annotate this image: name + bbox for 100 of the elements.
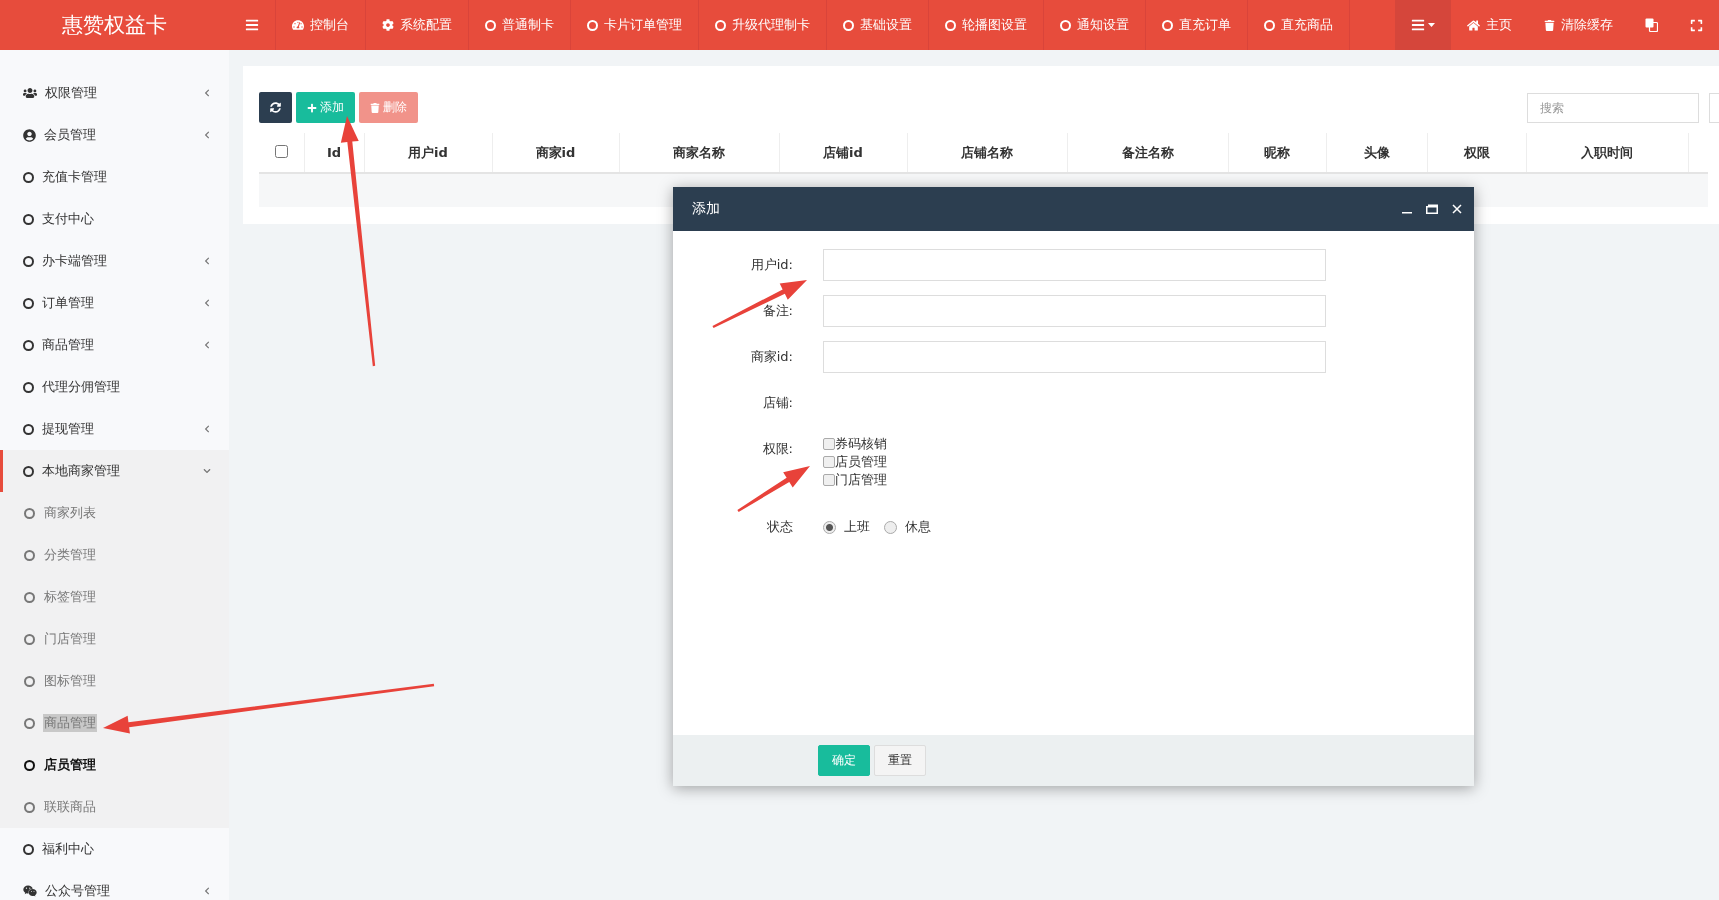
sidebar-label: 本地商家管理 bbox=[42, 462, 121, 480]
list-dropdown-icon[interactable] bbox=[1411, 18, 1435, 32]
nav-label: 控制台 bbox=[310, 16, 349, 34]
nav-label: 基础设置 bbox=[860, 16, 912, 34]
maximize-icon[interactable] bbox=[1426, 204, 1438, 214]
nav-tab[interactable]: 卡片订单管理 bbox=[571, 0, 699, 50]
select-all-checkbox[interactable] bbox=[274, 144, 288, 158]
refresh-button[interactable] bbox=[259, 92, 292, 123]
circle-icon bbox=[23, 213, 34, 225]
nav-tab[interactable]: 直充商品 bbox=[1248, 0, 1350, 50]
sidebar-label: 福利中心 bbox=[42, 840, 95, 858]
circle-icon bbox=[587, 19, 598, 31]
nav-label: 轮播图设置 bbox=[962, 16, 1027, 34]
chevron-icon bbox=[203, 887, 211, 895]
sidebar-subitem[interactable]: 门店管理 bbox=[43, 630, 97, 648]
sidebar-item[interactable]: 本地商家管理 bbox=[0, 450, 229, 492]
refresh-icon bbox=[270, 102, 281, 113]
search-field[interactable]: 搜索 bbox=[1527, 92, 1699, 123]
reset-button[interactable]: 重置 bbox=[874, 745, 926, 776]
translate-icon[interactable] bbox=[1645, 18, 1658, 32]
sidebar-subitem[interactable]: 分类管理 bbox=[43, 546, 97, 564]
sidebar-item[interactable]: 会员管理 bbox=[0, 114, 229, 156]
nav-tab[interactable]: 通知设置 bbox=[1044, 0, 1146, 50]
sidebar-item[interactable]: 充值卡管理 bbox=[0, 156, 229, 198]
chevron-icon bbox=[203, 299, 211, 307]
sidebar-item[interactable]: 代理分佣管理 bbox=[0, 366, 229, 408]
sidebar-label: 办卡端管理 bbox=[42, 252, 108, 270]
nav-label[interactable]: 清除缓存 bbox=[1561, 16, 1613, 34]
checkbox[interactable] bbox=[823, 474, 835, 486]
circle-icon bbox=[23, 843, 34, 855]
circle-icon bbox=[945, 19, 956, 31]
checkbox-label: 店员管理 bbox=[835, 453, 887, 471]
input-field[interactable] bbox=[823, 295, 1326, 327]
nav-label: 通知设置 bbox=[1077, 16, 1129, 34]
nav-label: 直充订单 bbox=[1179, 16, 1231, 34]
nav-tab[interactable]: 轮播图设置 bbox=[929, 0, 1044, 50]
checkbox[interactable] bbox=[823, 456, 835, 468]
sidebar-item[interactable]: 福利中心 bbox=[0, 828, 229, 870]
nav-tab[interactable]: 普通制卡 bbox=[469, 0, 571, 50]
nav-tab[interactable]: 控制台 bbox=[276, 0, 366, 50]
nav-tab[interactable]: 系统配置 bbox=[366, 0, 469, 50]
app-logo: 惠赞权益卡 bbox=[61, 12, 168, 39]
sidebar-item[interactable]: 公众号管理 bbox=[0, 870, 229, 900]
circle-icon bbox=[23, 171, 34, 183]
add-button[interactable]: 添加 bbox=[296, 92, 355, 123]
input-field[interactable] bbox=[823, 249, 1326, 281]
nav-tab[interactable]: 基础设置 bbox=[827, 0, 929, 50]
menu-icon[interactable] bbox=[245, 18, 259, 32]
circle-icon bbox=[24, 591, 35, 603]
trash-icon bbox=[1544, 19, 1555, 31]
sidebar-label: 代理分佣管理 bbox=[42, 378, 121, 396]
radio-label: 上班 bbox=[844, 518, 870, 536]
circle-icon bbox=[23, 423, 34, 435]
circle-icon bbox=[23, 255, 34, 267]
sidebar-subitem[interactable]: 商家列表 bbox=[43, 504, 97, 522]
nav-tab[interactable]: 升级代理制卡 bbox=[699, 0, 827, 50]
dialog-title: 添加 bbox=[692, 200, 721, 218]
close-icon[interactable] bbox=[1452, 204, 1462, 214]
sidebar-label: 商品管理 bbox=[42, 336, 95, 354]
circle-icon bbox=[23, 381, 34, 393]
input-field[interactable] bbox=[823, 341, 1326, 373]
nav-tab[interactable]: 直充订单 bbox=[1146, 0, 1248, 50]
circle-icon bbox=[24, 633, 35, 645]
circle-icon bbox=[24, 759, 35, 771]
sidebar-label: 会员管理 bbox=[44, 126, 97, 144]
circle-icon bbox=[24, 549, 35, 561]
sidebar-item[interactable]: 订单管理 bbox=[0, 282, 229, 324]
sidebar-item[interactable]: 支付中心 bbox=[0, 198, 229, 240]
chevron-icon bbox=[203, 89, 211, 97]
field-label: 权限: bbox=[761, 440, 793, 458]
sidebar-subitem[interactable]: 图标管理 bbox=[43, 672, 97, 690]
checkbox[interactable] bbox=[823, 438, 835, 450]
sidebar-item[interactable]: 提现管理 bbox=[0, 408, 229, 450]
radio-button[interactable] bbox=[823, 520, 836, 534]
circle-icon bbox=[715, 19, 726, 31]
sidebar-item[interactable]: 办卡端管理 bbox=[0, 240, 229, 282]
sidebar-item[interactable]: 权限管理 bbox=[0, 72, 229, 114]
nav-label[interactable]: 主页 bbox=[1486, 16, 1512, 34]
users-icon bbox=[23, 86, 37, 100]
sidebar-subitem[interactable]: 联联商品 bbox=[43, 798, 97, 816]
circle-icon bbox=[1264, 19, 1275, 31]
chat-icon bbox=[23, 884, 37, 898]
nav-label: 系统配置 bbox=[400, 16, 452, 34]
circle-icon bbox=[24, 801, 35, 813]
sidebar-label: 支付中心 bbox=[42, 210, 95, 228]
circle-icon bbox=[24, 675, 35, 687]
radio-label: 休息 bbox=[905, 518, 931, 536]
chevron-icon bbox=[203, 467, 211, 475]
sidebar-item[interactable]: 商品管理 bbox=[0, 324, 229, 366]
radio-button[interactable] bbox=[884, 520, 897, 534]
sidebar-label: 充值卡管理 bbox=[42, 168, 108, 186]
dashboard-icon bbox=[292, 19, 304, 31]
sidebar-label: 公众号管理 bbox=[45, 882, 111, 900]
sidebar-subitem[interactable]: 店员管理 bbox=[43, 756, 97, 774]
fullscreen-icon[interactable] bbox=[1690, 18, 1703, 32]
circle-icon bbox=[1162, 19, 1173, 31]
sidebar-subitem[interactable]: 标签管理 bbox=[43, 588, 97, 606]
sidebar-label: 提现管理 bbox=[42, 420, 95, 438]
sidebar-subitem[interactable]: 商品管理 bbox=[43, 714, 97, 732]
confirm-button[interactable]: 确定 bbox=[818, 745, 870, 776]
